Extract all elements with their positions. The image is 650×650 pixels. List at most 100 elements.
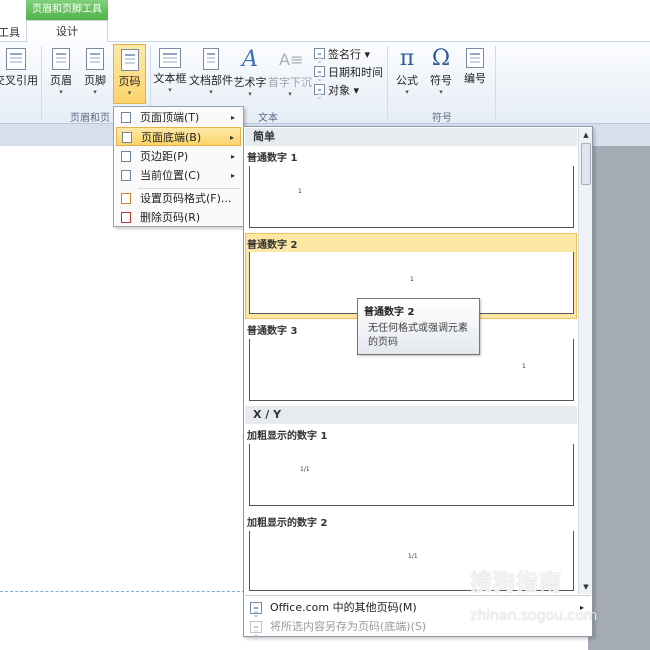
date-time-button[interactable]: 日期和时间 — [314, 64, 383, 80]
page-number-sample: 1 — [410, 276, 414, 283]
save-selection-icon — [250, 621, 262, 633]
page-number-sample: 1/1 — [408, 553, 418, 560]
watermark-logo: 搜狗指南 — [470, 571, 563, 596]
scrollbar-thumb[interactable] — [581, 143, 591, 185]
gallery-section-simple: 简单 — [245, 128, 577, 146]
group-separator — [41, 46, 42, 120]
pi-icon: π — [399, 46, 415, 71]
office-com-icon — [250, 602, 262, 614]
menu-item-current-position[interactable]: 当前位置(C) ▸ — [116, 166, 241, 185]
menu-item-label: 页边距(P) — [140, 150, 189, 163]
format-page-number-icon — [121, 193, 131, 204]
gallery-item-bold-number-1[interactable]: 1/1 — [249, 444, 574, 506]
signature-line-button[interactable]: 签名行 ▾ — [314, 46, 370, 62]
remove-page-number-icon — [121, 212, 131, 223]
footer-label: 页脚 — [84, 74, 106, 87]
numbering-label: 编号 — [464, 72, 486, 85]
object-label: 对象 — [328, 84, 350, 97]
chevron-down-icon: ▾ — [248, 90, 252, 98]
symbol-button[interactable]: Ω 符号 ▾ — [425, 46, 457, 96]
menu-item-label: 当前位置(C) — [140, 169, 201, 182]
chevron-right-icon: ▸ — [229, 133, 234, 142]
numbering-button[interactable]: 编号 — [459, 48, 491, 86]
current-position-icon — [121, 170, 131, 181]
chevron-down-icon: ▾ — [288, 90, 292, 98]
page-number-button[interactable]: 页码 ▾ — [113, 44, 146, 104]
header-label: 页眉 — [50, 74, 72, 87]
page-top-icon — [121, 112, 131, 123]
chevron-down-icon: ▾ — [405, 88, 409, 96]
menu-item-label: 页面底端(B) — [141, 131, 202, 144]
textbox-label: 文本框 — [153, 72, 187, 85]
page-number-gallery: 简单 普通数字 1 1 普通数字 2 1 普通数字 3 1 X / Y 加粗显示… — [243, 126, 593, 637]
scroll-up-icon[interactable]: ▲ — [580, 129, 592, 141]
gallery-scrollbar[interactable]: ▲ ▼ — [578, 128, 592, 594]
equation-label: 公式 — [396, 74, 418, 87]
signature-icon — [314, 48, 325, 59]
tooltip-description-line-1: 无任何格式或强调元素 — [368, 323, 468, 334]
group-separator — [387, 46, 388, 120]
watermark-url: zhinan.sogou.com — [470, 608, 598, 624]
object-button[interactable]: 对象 ▾ — [314, 82, 359, 98]
numbering-icon — [466, 48, 484, 68]
menu-item-bottom-of-page[interactable]: 页面底端(B) ▸ — [116, 127, 241, 146]
ribbon: 交叉引用 页眉 ▾ 页脚 ▾ 页码 ▾ 页眉和页 文本框 ▾ 文档部件 ▾ A … — [0, 42, 650, 124]
tab-design[interactable]: 设计 — [26, 20, 108, 43]
scroll-down-icon[interactable]: ▼ — [580, 581, 592, 593]
footer-button[interactable]: 页脚 ▾ — [80, 48, 110, 96]
page-number-sample: 1 — [522, 363, 526, 370]
menu-item-label: 删除页码(R) — [140, 211, 201, 224]
page-number-menu: 页面顶端(T) ▸ 页面底端(B) ▸ 页边距(P) ▸ 当前位置(C) ▸ 设… — [113, 106, 244, 227]
chevron-down-icon: ▾ — [168, 86, 172, 94]
menu-item-label: 设置页码格式(F)... — [140, 192, 232, 205]
tooltip-description-line-2: 的页码 — [368, 337, 398, 348]
group-separator — [495, 46, 496, 120]
textbox-button[interactable]: 文本框 ▾ — [152, 48, 188, 94]
page-number-sample: 1 — [298, 188, 302, 195]
page-number-sample: 1/1 — [300, 466, 310, 473]
gallery-item-label: 普通数字 2 — [247, 240, 298, 251]
cross-reference-icon — [6, 48, 26, 70]
gallery-item-plain-number-1[interactable]: 1 — [249, 166, 574, 228]
group-label-text: 文本 — [258, 113, 278, 124]
page-bottom-icon — [122, 132, 132, 143]
cross-reference-label: 交叉引用 — [0, 74, 38, 87]
chevron-down-icon: ▾ — [439, 88, 443, 96]
drop-cap-label: 首字下沉 — [268, 76, 312, 89]
gallery-tooltip: 普通数字 2 无任何格式或强调元素 的页码 — [357, 298, 480, 355]
menu-item-page-margins[interactable]: 页边距(P) ▸ — [116, 147, 241, 166]
gallery-item-label: 普通数字 3 — [247, 326, 298, 337]
header-button[interactable]: 页眉 ▾ — [46, 48, 76, 96]
wordart-label: 艺术字 — [233, 76, 267, 89]
menu-item-remove-page-numbers[interactable]: 删除页码(R) — [116, 208, 241, 227]
header-icon — [52, 48, 70, 70]
chevron-down-icon: ▾ — [59, 88, 63, 96]
drop-cap-button[interactable]: A≡ 首字下沉 ▾ — [268, 48, 312, 98]
group-label-symbols: 符号 — [432, 113, 452, 124]
cross-reference-button[interactable]: 交叉引用 — [0, 48, 38, 88]
object-icon — [314, 84, 325, 95]
menu-item-format-page-numbers[interactable]: 设置页码格式(F)... — [116, 189, 241, 208]
chevron-right-icon: ▸ — [230, 171, 235, 180]
chevron-right-icon: ▸ — [230, 113, 235, 122]
signature-line-label: 签名行 — [328, 48, 361, 61]
wordart-icon: A — [242, 47, 258, 72]
equation-button[interactable]: π 公式 ▾ — [391, 46, 423, 96]
document-parts-label: 文档部件 — [189, 74, 233, 87]
date-time-label: 日期和时间 — [328, 66, 383, 79]
chevron-down-icon: ▾ — [127, 89, 132, 97]
more-page-numbers-label: Office.com 中的其他页码(M) — [270, 601, 417, 614]
tab-tools-fragment[interactable]: 工具 — [0, 24, 20, 40]
footer-icon — [86, 48, 104, 70]
omega-icon: Ω — [431, 46, 451, 71]
symbol-label: 符号 — [430, 74, 452, 87]
page-number-label: 页码 — [118, 75, 141, 88]
wordart-button[interactable]: A 艺术字 ▾ — [233, 47, 267, 99]
gallery-item-label: 加粗显示的数字 1 — [247, 431, 328, 442]
group-label-header-footer: 页眉和页 — [70, 113, 110, 124]
menu-item-top-of-page[interactable]: 页面顶端(T) ▸ — [116, 108, 241, 127]
footer-boundary-line — [0, 591, 245, 592]
gallery-item-label: 普通数字 1 — [247, 153, 298, 164]
document-parts-button[interactable]: 文档部件 ▾ — [189, 48, 233, 96]
tooltip-title: 普通数字 2 — [364, 307, 415, 318]
